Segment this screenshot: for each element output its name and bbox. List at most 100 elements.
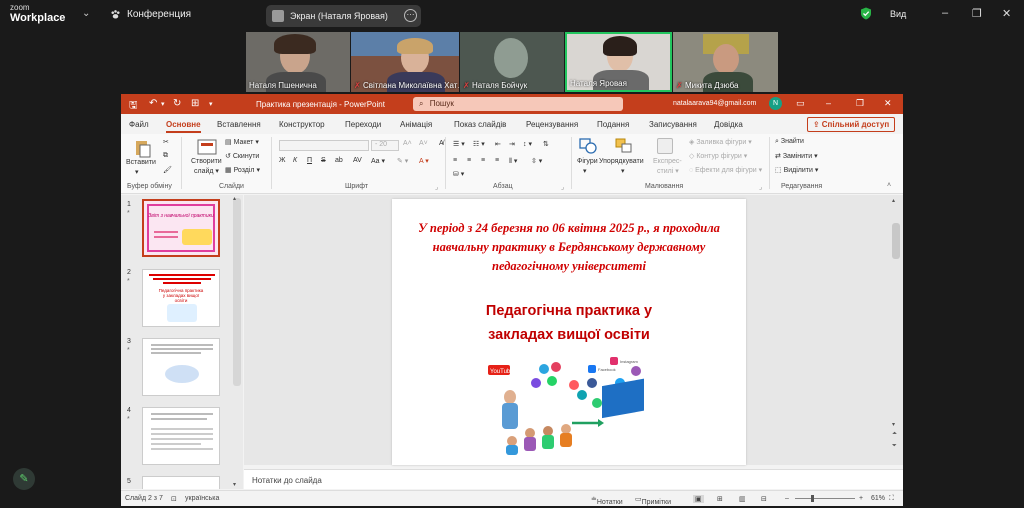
slide-sorter-icon[interactable]: ⊞ <box>717 495 723 503</box>
collapse-ribbon-icon[interactable]: ˄ <box>887 182 891 189</box>
tab-review[interactable]: Рецензування <box>526 120 578 129</box>
shapes-icon[interactable] <box>579 138 597 154</box>
dialog-launcher-icon[interactable]: ⌟ <box>561 183 564 191</box>
notes-pane[interactable]: Нотатки до слайда <box>244 469 903 489</box>
strikethrough-button[interactable]: S <box>321 157 326 164</box>
thumbnail-scrollbar[interactable] <box>233 198 241 386</box>
chevron-down-icon[interactable]: ⌄ <box>82 8 90 19</box>
format-painter-icon[interactable]: 🖌 <box>163 166 172 174</box>
tab-slideshow[interactable]: Показ слайдів <box>454 120 506 129</box>
zoom-slider[interactable] <box>795 498 855 499</box>
paste-icon[interactable] <box>133 138 153 158</box>
arrange-button[interactable]: Упорядкувати <box>599 158 644 165</box>
italic-button[interactable]: К <box>293 157 297 164</box>
align-center-icon[interactable]: ≡ <box>467 157 471 164</box>
save-icon[interactable]: 🖫 <box>129 98 138 115</box>
comments-toggle[interactable]: ▭ Примітки <box>635 495 671 506</box>
slide-thumbnail-1[interactable]: Звіт з навчальної практики <box>142 199 220 257</box>
slide-thumbnail-4[interactable] <box>142 407 220 465</box>
spacing-button[interactable]: AV <box>353 157 362 164</box>
editor-scrollbar[interactable] <box>892 223 900 259</box>
copy-icon[interactable]: ⧉ <box>163 152 168 160</box>
undo-icon[interactable]: ↶ <box>149 98 157 109</box>
minimize-icon[interactable]: – <box>942 7 948 19</box>
columns-icon[interactable]: ⫴ ▾ <box>509 157 517 166</box>
slideshow-icon[interactable]: ⊟ <box>761 495 767 503</box>
shape-outline-button[interactable]: ◇ Контур фігури ▾ <box>689 152 747 160</box>
participant-tile[interactable]: ✗ Наталя Бойчук <box>460 32 564 92</box>
tab-home[interactable]: Основне <box>166 120 201 133</box>
layout-button[interactable]: ▤ Макет ▾ <box>225 138 259 146</box>
shrink-font-icon[interactable]: A˅ <box>419 140 428 147</box>
slide-thumbnail-5[interactable] <box>142 476 220 489</box>
quick-styles-button[interactable]: Експрес- <box>653 158 682 165</box>
scroll-up-icon[interactable]: ▴ <box>233 195 236 202</box>
arrange-icon[interactable] <box>615 138 633 154</box>
numbering-icon[interactable]: ☷ ▾ <box>473 140 485 148</box>
tab-animations[interactable]: Анімація <box>400 120 432 129</box>
tab-insert[interactable]: Вставлення <box>217 120 261 129</box>
search-box[interactable]: ⌕ Пошук <box>413 97 623 111</box>
dialog-launcher-icon[interactable]: ⌟ <box>759 183 762 191</box>
shape-fill-button[interactable]: ◈ Заливка фігури ▾ <box>689 138 752 146</box>
restore-icon[interactable]: ❐ <box>856 98 864 109</box>
new-slide-button[interactable]: Створити <box>191 158 222 165</box>
tab-design[interactable]: Конструктор <box>279 120 325 129</box>
shapes-button[interactable]: Фігури <box>577 158 598 165</box>
sections-button[interactable]: ▦ Розділ ▾ <box>225 166 260 174</box>
chevron-down-icon[interactable]: ▾ <box>621 167 625 175</box>
zoom-in-icon[interactable]: + <box>859 495 863 502</box>
align-left-icon[interactable]: ≡ <box>453 157 457 164</box>
accessibility-icon[interactable]: ⊡ <box>171 495 177 503</box>
chevron-down-icon[interactable]: ▾ <box>135 168 139 176</box>
paste-button[interactable]: Вставити <box>126 159 156 166</box>
minimize-icon[interactable]: – <box>826 98 831 108</box>
dialog-launcher-icon[interactable]: ⌟ <box>435 183 438 191</box>
slide-thumbnail-3[interactable] <box>142 338 220 396</box>
zoom-out-icon[interactable]: – <box>785 495 789 502</box>
underline-button[interactable]: П <box>307 157 312 164</box>
zoom-slider-thumb[interactable] <box>811 495 814 502</box>
avatar[interactable]: N <box>769 97 782 110</box>
fit-slide-icon[interactable]: ⛶ <box>889 495 894 503</box>
tab-recording[interactable]: Записування <box>649 120 697 129</box>
bullets-icon[interactable]: ☰ ▾ <box>453 140 465 148</box>
view-menu[interactable]: Вид <box>890 9 906 19</box>
meeting-menu[interactable]: Конференция <box>110 9 191 20</box>
previous-slide-icon[interactable]: ⏶ <box>892 431 897 438</box>
account-email[interactable]: natalaarava94@gmail.com <box>673 100 756 107</box>
align-text-icon[interactable]: ⇳ ▾ <box>531 157 542 165</box>
close-icon[interactable]: ✕ <box>884 98 892 109</box>
slide-thumbnail-2[interactable]: Педагогічна практика у закладах вищої ос… <box>142 269 220 327</box>
replace-button[interactable]: ⇄ Замінити ▾ <box>775 152 818 160</box>
current-slide[interactable]: У період з 24 березня по 06 квітня 2025 … <box>392 199 746 465</box>
reading-view-icon[interactable]: ▥ <box>739 495 746 503</box>
chevron-down-icon[interactable]: ▾ <box>161 100 165 108</box>
text-direction-icon[interactable]: ⇅ <box>543 140 549 148</box>
align-right-icon[interactable]: ≡ <box>481 157 485 164</box>
notes-toggle[interactable]: ≐ Нотатки <box>591 495 623 506</box>
scroll-down-icon[interactable]: ▾ <box>233 481 236 488</box>
normal-view-icon[interactable]: ▣ <box>693 495 704 503</box>
screen-share-indicator[interactable]: Экран (Наталя Яровая) ··· <box>266 5 421 27</box>
select-button[interactable]: ⬚ Виділити ▾ <box>775 166 818 174</box>
smartart-icon[interactable]: ⛁ ▾ <box>453 170 464 178</box>
customize-toolbar-icon[interactable]: ▾ <box>209 100 213 108</box>
participant-tile[interactable]: ✗ Світлана Миколаївна Хат… <box>351 32 459 92</box>
new-slide-icon[interactable] <box>197 138 217 156</box>
highlight-color-icon[interactable]: ✎ ▾ <box>397 157 408 165</box>
close-icon[interactable]: ✕ <box>1002 7 1011 20</box>
tab-transitions[interactable]: Переходи <box>345 120 381 129</box>
font-size-dropdown[interactable]: - 20 <box>371 140 399 151</box>
participant-tile[interactable]: ✗ Микита Дзюба <box>673 32 778 92</box>
quick-styles-icon[interactable] <box>657 138 673 154</box>
decrease-indent-icon[interactable]: ⇤ <box>495 140 501 148</box>
shape-effects-button[interactable]: ◌ Ефекти для фігури ▾ <box>689 166 762 174</box>
font-color-icon[interactable]: A ▾ <box>419 157 429 165</box>
scroll-down-icon[interactable]: ▾ <box>892 421 895 428</box>
participant-tile[interactable]: Наталя Пшенична <box>246 32 350 92</box>
redo-icon[interactable]: ↻ <box>173 98 181 109</box>
clear-format-icon[interactable]: A̸ <box>439 140 444 147</box>
change-case-button[interactable]: Aa ▾ <box>371 157 385 165</box>
justify-icon[interactable]: ≡ <box>495 157 499 164</box>
